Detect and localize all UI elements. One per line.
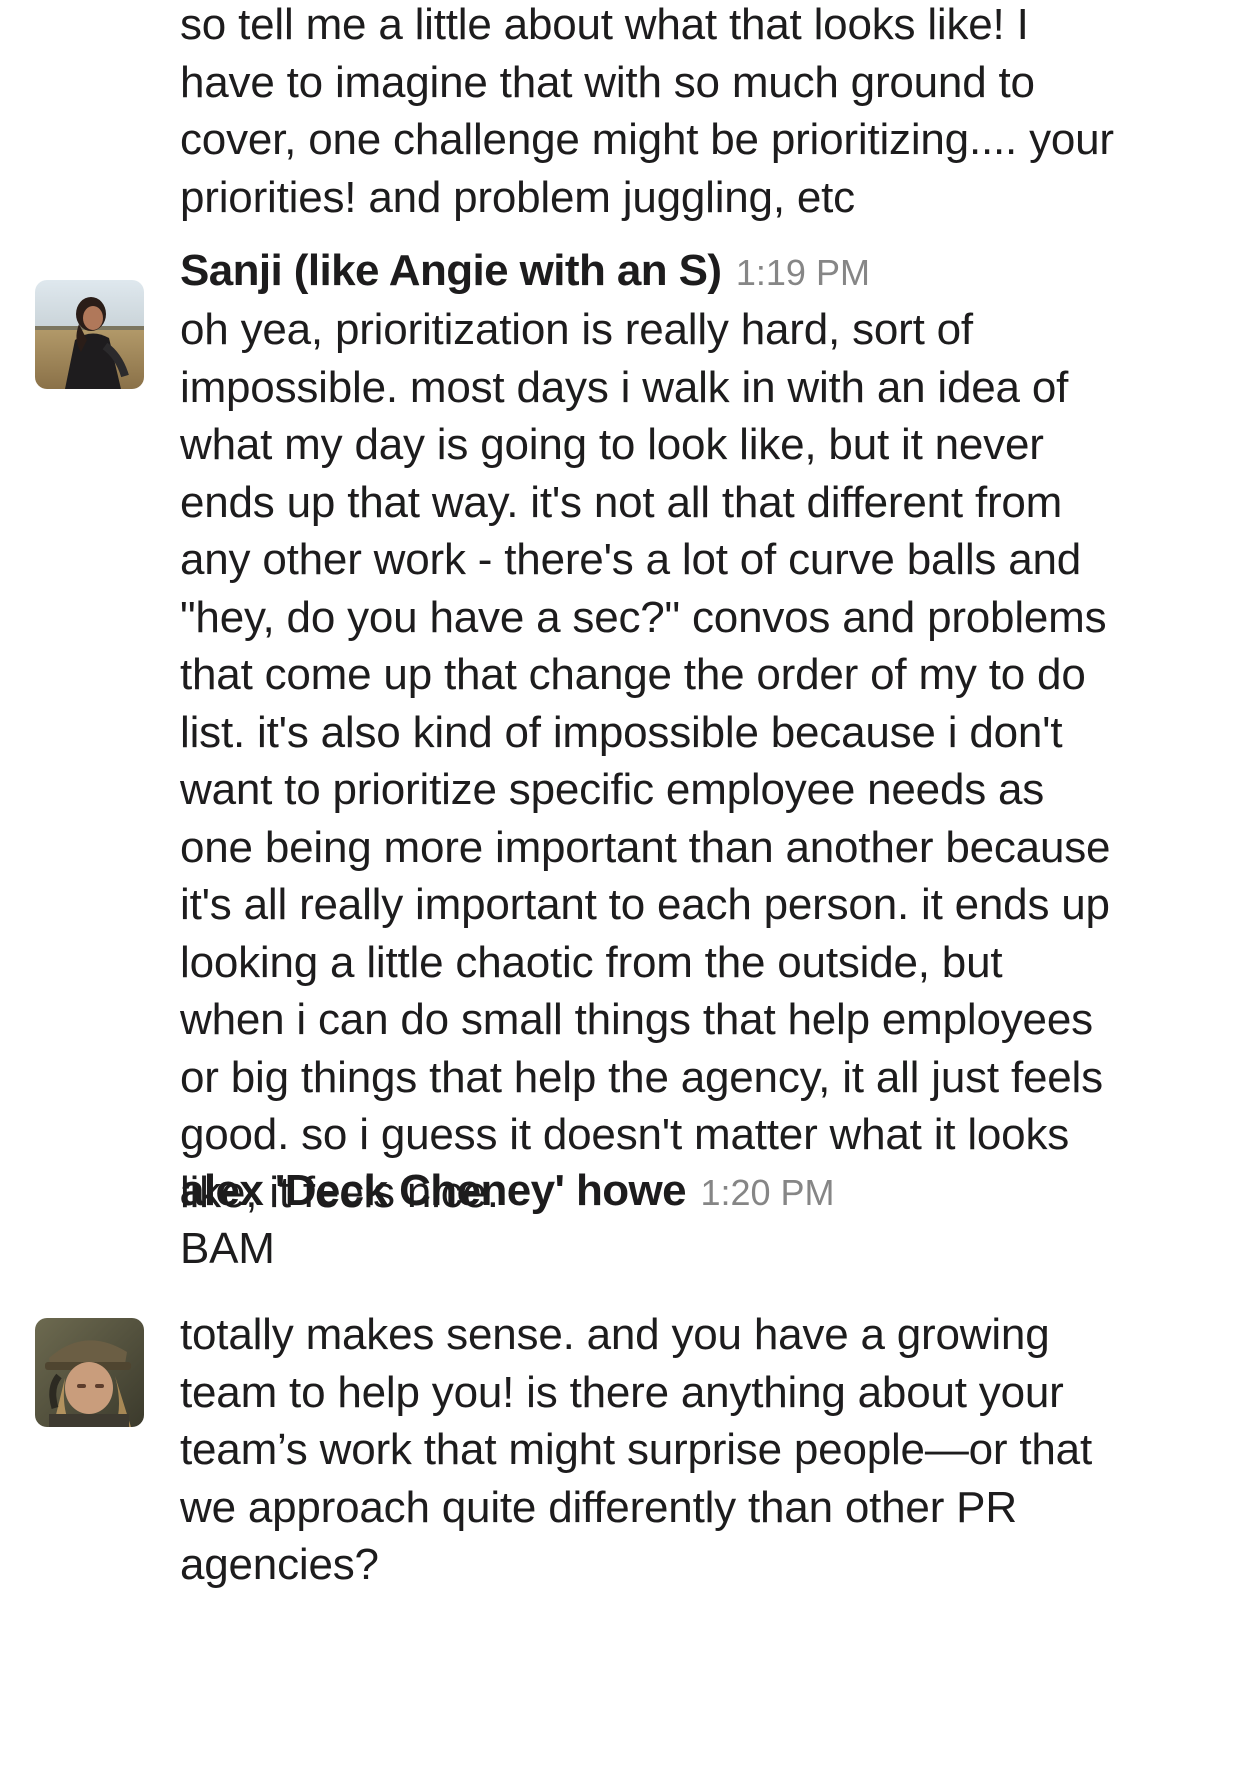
message-line: cover, one challenge might be prioritizi… (180, 115, 1114, 164)
message-line: one being more important than another be… (180, 822, 1111, 872)
message-line: team’s work that might surprise people—o… (180, 1425, 1092, 1474)
message-line: have to imagine that with so much ground… (180, 57, 1035, 107)
message-line: priorities! and problem juggling, etc (180, 172, 855, 222)
message-line: BAM (180, 1224, 275, 1273)
message-line: we approach quite differently than other… (180, 1482, 1017, 1532)
message-header: Sanji (like Angie with an S) 1:19 PM (180, 246, 870, 306)
avatar-photo-icon (35, 280, 144, 389)
message-line: totally makes sense. and you have a grow… (180, 1310, 1050, 1359)
message-line: it's all really important to each person… (180, 880, 1110, 929)
message-body: BAM (180, 1220, 1190, 1278)
message-body: oh yea, prioritization is really hard, s… (180, 301, 1190, 1221)
message-body: so tell me a little about what that look… (180, 0, 1190, 226)
message-line: any other work - there's a lot of curve … (180, 535, 1082, 584)
avatar-alex[interactable] (35, 1318, 144, 1427)
message-line: what my day is going to look like, but i… (180, 420, 1044, 469)
message-header: alex 'Deck Cheney' howe 1:20 PM (180, 1166, 835, 1226)
message-line: oh yea, prioritization is really hard, s… (180, 305, 973, 354)
avatar-sanji[interactable] (35, 280, 144, 389)
message-timestamp[interactable]: 1:19 PM (736, 252, 870, 293)
message-line: when i can do small things that help emp… (180, 995, 1093, 1044)
message-line: ends up that way. it's not all that diff… (180, 477, 1063, 527)
message-line: good. so i guess it doesn't matter what … (180, 1110, 1070, 1159)
message-line: that come up that change the order of my… (180, 650, 1086, 699)
message-line: looking a little chaotic from the outsid… (180, 937, 1003, 987)
message-line: list. it's also kind of impossible becau… (180, 707, 1063, 757)
message-line: want to prioritize specific employee nee… (180, 765, 1045, 814)
message-line: agencies? (180, 1540, 379, 1589)
message-line: so tell me a little about what that look… (180, 0, 1029, 49)
message-line: "hey, do you have a sec?" convos and pro… (180, 592, 1107, 642)
message-line: team to help you! is there anything abou… (180, 1367, 1064, 1417)
message-line: or big things that help the agency, it a… (180, 1052, 1103, 1102)
sender-name[interactable]: Sanji (like Angie with an S) (180, 246, 722, 295)
sender-name[interactable]: alex 'Deck Cheney' howe (180, 1166, 687, 1215)
avatar-photo-icon (35, 1318, 144, 1427)
message-line: impossible. most days i walk in with an … (180, 362, 1069, 412)
message-timestamp[interactable]: 1:20 PM (700, 1172, 834, 1213)
message-body: totally makes sense. and you have a grow… (180, 1306, 1190, 1594)
